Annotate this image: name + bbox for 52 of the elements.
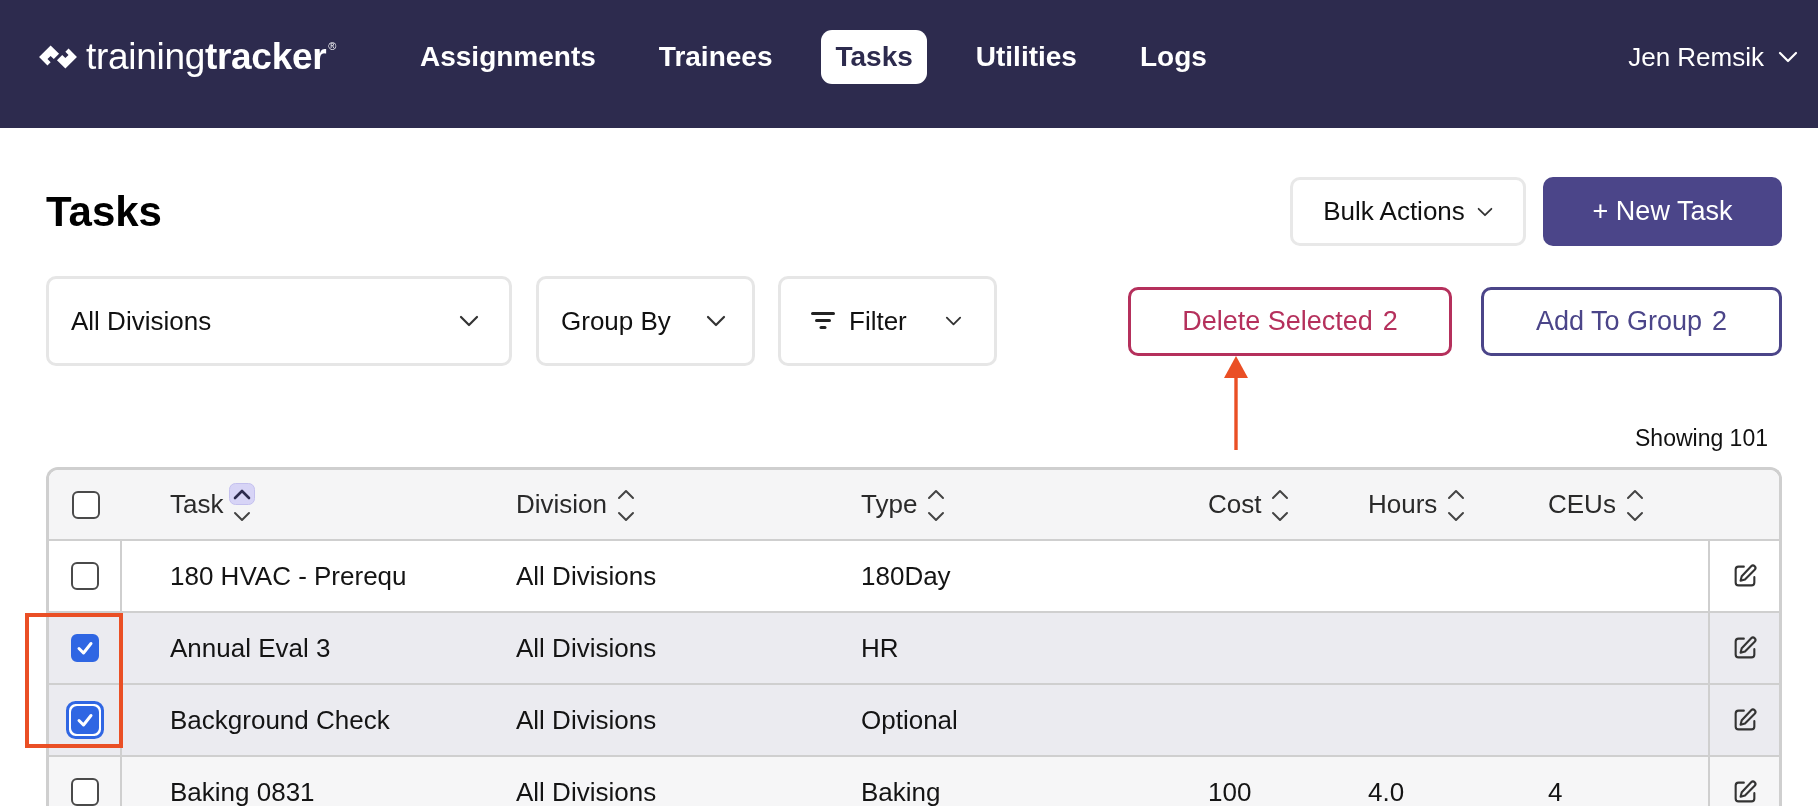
division-name: All Divisions (516, 704, 657, 736)
chevron-down-icon (1778, 51, 1798, 63)
hours-value: 4.0 (1368, 776, 1405, 806)
chevron-down-icon (945, 316, 962, 326)
chevron-down-icon (706, 315, 726, 327)
column-header: Cost (1208, 489, 1262, 520)
table-row[interactable]: Annual Eval 3 All Divisions HR (49, 613, 1779, 685)
filter-icon (811, 312, 835, 330)
bulk-actions-button[interactable]: Bulk Actions (1290, 177, 1526, 246)
task-name: Baking 0831 (170, 776, 315, 806)
nav-tab[interactable]: Utilities (961, 30, 1091, 84)
nav-tab[interactable]: Logs (1125, 30, 1221, 84)
task-name: 180 HVAC - Prerequ (170, 560, 407, 592)
checkbox[interactable] (70, 634, 99, 662)
division-name: All Divisions (516, 560, 657, 592)
page-title: Tasks (46, 187, 162, 236)
checkbox[interactable] (70, 778, 99, 806)
checkbox[interactable] (71, 490, 100, 519)
division-name: All Divisions (516, 776, 657, 806)
logo-text: trainingtracker$^{®}$ (86, 36, 337, 78)
chevron-down-icon (1476, 206, 1493, 217)
nav-tab[interactable]: Trainees (644, 30, 787, 84)
add-to-group-button[interactable]: Add To Group 2 (1481, 286, 1782, 356)
nav-tab[interactable]: Tasks (821, 30, 927, 84)
task-type: Baking (861, 776, 941, 806)
task-type: HR (861, 632, 899, 664)
ceu-value: 4 (1548, 776, 1563, 806)
column-header: Hours (1368, 489, 1438, 520)
task-type: 180Day (861, 560, 951, 592)
table-row[interactable]: Baking 0831 All Divisions Baking 100 4.0 4 (49, 757, 1779, 806)
column-header: Division (516, 489, 608, 520)
chevron-down-icon (459, 315, 479, 327)
user-menu-button[interactable]: Jen Remsik (1628, 41, 1798, 73)
group-by-select[interactable]: Group By (536, 276, 755, 366)
new-task-button[interactable]: + New Task (1543, 177, 1782, 246)
checkbox[interactable] (65, 701, 104, 739)
task-name: Annual Eval 3 (170, 632, 331, 664)
task-type: Optional (861, 704, 958, 736)
task-name: Background Check (170, 704, 390, 736)
division-name: All Divisions (516, 632, 657, 664)
division-select[interactable]: All Divisions (46, 276, 512, 366)
filter-button[interactable]: Filter (778, 276, 997, 366)
column-header: Type (861, 489, 918, 520)
table-row[interactable]: 180 HVAC - Prerequ All Divisions 180Day (49, 541, 1779, 613)
nav-tab[interactable]: Assignments (406, 30, 610, 84)
checkbox[interactable] (70, 562, 99, 590)
cost-value: 100 (1208, 776, 1252, 806)
table-row[interactable]: Background Check All Divisions Optional (49, 685, 1779, 757)
column-header: CEUs (1548, 489, 1616, 520)
showing-count: Showing 101 (1635, 426, 1768, 450)
delete-selected-button[interactable]: Delete Selected 2 (1128, 286, 1452, 356)
column-header: Task (170, 489, 224, 520)
